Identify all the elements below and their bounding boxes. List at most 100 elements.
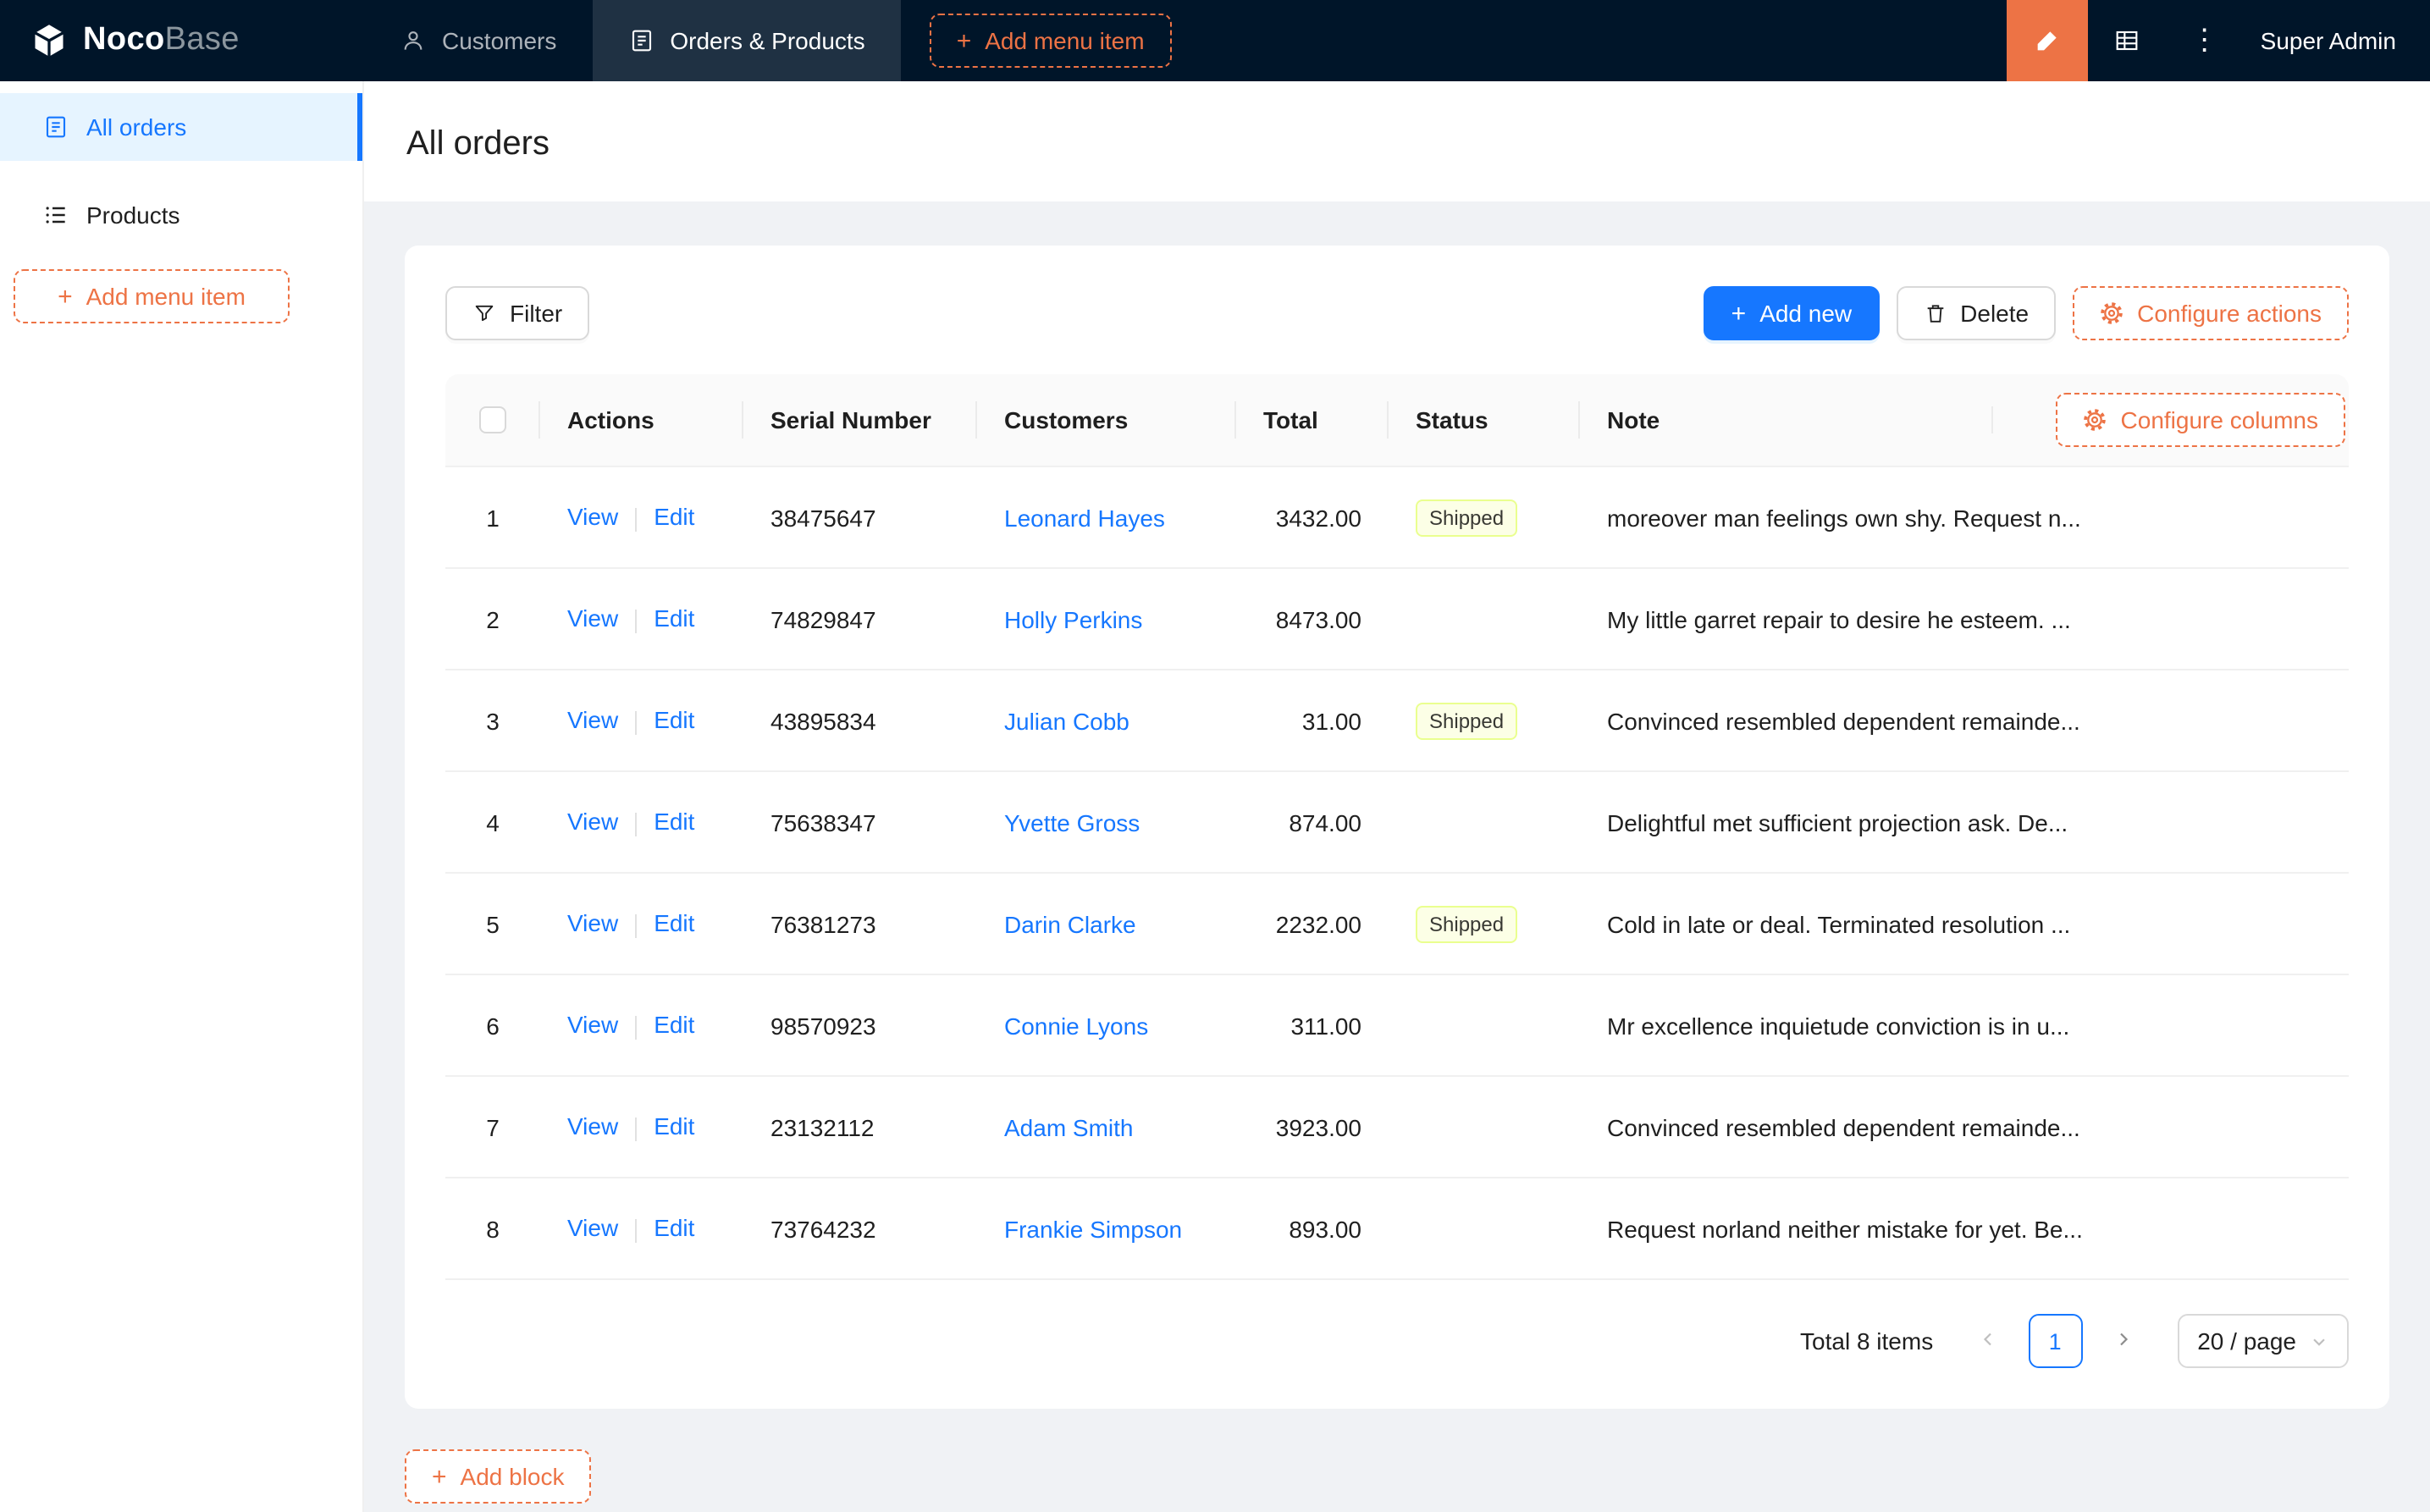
edit-link[interactable]: Edit <box>654 808 694 836</box>
action-divider <box>635 812 638 836</box>
view-link[interactable]: View <box>567 605 618 632</box>
customer-cell: Julian Cobb <box>977 707 1236 734</box>
view-link[interactable]: View <box>567 1113 618 1140</box>
customer-link[interactable]: Frankie Simpson <box>1004 1215 1182 1242</box>
delete-button[interactable]: Delete <box>1896 286 2057 340</box>
filter-button[interactable]: Filter <box>445 286 590 340</box>
nav-item-orders-products[interactable]: Orders & Products <box>592 0 901 81</box>
view-link[interactable]: View <box>567 808 618 836</box>
serial-number: 43895834 <box>770 707 876 734</box>
configure-columns-button[interactable]: Configure columns <box>2056 393 2345 447</box>
data-grid-button[interactable] <box>2088 0 2166 81</box>
table-row: 4 View Edit 75638347 Yvette Gross 874.00 … <box>445 772 2349 874</box>
view-link[interactable]: View <box>567 707 618 734</box>
edit-link[interactable]: Edit <box>654 1113 694 1140</box>
serial-number: 76381273 <box>770 910 876 937</box>
row-index: 4 <box>486 808 500 836</box>
ellipsis-icon: ⋮ <box>2190 24 2219 56</box>
total-value: 893.00 <box>1289 1215 1361 1242</box>
nav-item-customers[interactable]: Customers <box>364 0 592 81</box>
nocobase-logo[interactable]: NocoBase <box>0 0 364 81</box>
serial-number-cell: 43895834 <box>743 707 977 734</box>
total-cell: 2232.00 <box>1236 910 1389 937</box>
form-icon <box>627 27 654 54</box>
column-header-status: Status <box>1389 406 1580 433</box>
edit-link[interactable]: Edit <box>654 504 694 531</box>
row-index-cell: 5 <box>445 910 540 937</box>
view-link[interactable]: View <box>567 910 618 937</box>
add-menu-item-button[interactable]: + Add menu item <box>929 14 1172 68</box>
customer-link[interactable]: Darin Clarke <box>1004 910 1136 937</box>
note-cell: Convinced resembled dependent remainde..… <box>1580 707 2349 734</box>
edit-link[interactable]: Edit <box>654 1215 694 1242</box>
more-menu-button[interactable]: ⋮ <box>2166 0 2244 81</box>
row-index-cell: 6 <box>445 1012 540 1039</box>
customer-cell: Holly Perkins <box>977 605 1236 632</box>
customer-link[interactable]: Julian Cobb <box>1004 707 1129 734</box>
action-divider <box>635 609 638 633</box>
table-row: 5 View Edit 76381273 Darin Clarke 2232.00… <box>445 874 2349 975</box>
action-divider <box>635 913 638 938</box>
sidebar-item-products[interactable]: Products <box>0 181 362 249</box>
pagination-prev-button[interactable] <box>1960 1314 2014 1368</box>
users-icon <box>400 27 427 54</box>
view-link[interactable]: View <box>567 1215 618 1242</box>
customer-link[interactable]: Holly Perkins <box>1004 605 1142 632</box>
note-cell: moreover man feelings own shy. Request n… <box>1580 504 2349 531</box>
edit-link[interactable]: Edit <box>654 605 694 632</box>
page-size-select[interactable]: 20 / page <box>2177 1314 2349 1368</box>
sidebar-add-label: Add menu item <box>86 283 246 310</box>
row-actions-cell: View Edit <box>540 1012 743 1040</box>
nav-item-label: Orders & Products <box>670 27 865 54</box>
orders-table-block: Filter + Add new Delete Configure action… <box>405 246 2389 1409</box>
edit-link[interactable]: Edit <box>654 707 694 734</box>
pagination-next-button[interactable] <box>2096 1314 2150 1368</box>
action-divider <box>635 1218 638 1243</box>
logo-text: NocoBase <box>83 22 240 58</box>
table-row: 7 View Edit 23132112 Adam Smith 3923.00 C… <box>445 1077 2349 1178</box>
total-value: 2232.00 <box>1275 910 1361 937</box>
edit-link[interactable]: Edit <box>654 910 694 937</box>
pagination-page-1[interactable]: 1 <box>2028 1314 2083 1368</box>
chevron-left-icon <box>1977 1328 1997 1354</box>
view-link[interactable]: View <box>567 1012 618 1039</box>
chevron-right-icon <box>2112 1328 2133 1354</box>
row-actions-cell: View Edit <box>540 910 743 938</box>
total-value: 8473.00 <box>1275 605 1361 632</box>
filter-label: Filter <box>510 300 563 327</box>
page-title: All orders <box>406 125 550 163</box>
add-new-button[interactable]: + Add new <box>1704 286 1880 340</box>
row-actions-cell: View Edit <box>540 605 743 633</box>
customer-link[interactable]: Adam Smith <box>1004 1113 1134 1140</box>
note-text: Request norland neither mistake for yet.… <box>1607 1215 2083 1242</box>
view-link[interactable]: View <box>567 504 618 531</box>
select-all-checkbox[interactable] <box>479 406 506 433</box>
table-row: 8 View Edit 73764232 Frankie Simpson 893.… <box>445 1178 2349 1280</box>
chevron-down-icon <box>2310 1332 2328 1350</box>
row-index-cell: 7 <box>445 1113 540 1140</box>
column-header-total: Total <box>1236 406 1389 433</box>
customer-link[interactable]: Leonard Hayes <box>1004 504 1165 531</box>
ui-editor-button[interactable] <box>2006 0 2088 81</box>
pagination-total: Total 8 items <box>1800 1327 1934 1355</box>
total-cell: 8473.00 <box>1236 605 1389 632</box>
sidebar: All orders Products + Add menu item <box>0 81 364 1512</box>
total-value: 31.00 <box>1301 707 1361 734</box>
customer-link[interactable]: Yvette Gross <box>1004 808 1140 836</box>
add-block-button[interactable]: + Add block <box>405 1449 592 1504</box>
serial-number: 98570923 <box>770 1012 876 1039</box>
sidebar-add-menu-item-button[interactable]: + Add menu item <box>14 269 290 323</box>
user-menu[interactable]: Super Admin <box>2244 0 2430 81</box>
status-badge: Shipped <box>1416 905 1518 942</box>
sidebar-item-all-orders[interactable]: All orders <box>0 93 362 161</box>
note-cell: Cold in late or deal. Terminated resolut… <box>1580 910 2349 937</box>
table-row: 6 View Edit 98570923 Connie Lyons 311.00 … <box>445 975 2349 1077</box>
total-value: 3923.00 <box>1275 1113 1361 1140</box>
edit-link[interactable]: Edit <box>654 1012 694 1039</box>
add-menu-item-label: Add menu item <box>985 27 1145 54</box>
configure-actions-button[interactable]: Configure actions <box>2073 286 2349 340</box>
serial-number-cell: 74829847 <box>743 605 977 632</box>
table-toolbar: Filter + Add new Delete Configure action… <box>445 286 2349 340</box>
customer-link[interactable]: Connie Lyons <box>1004 1012 1148 1039</box>
add-new-label: Add new <box>1759 300 1853 327</box>
